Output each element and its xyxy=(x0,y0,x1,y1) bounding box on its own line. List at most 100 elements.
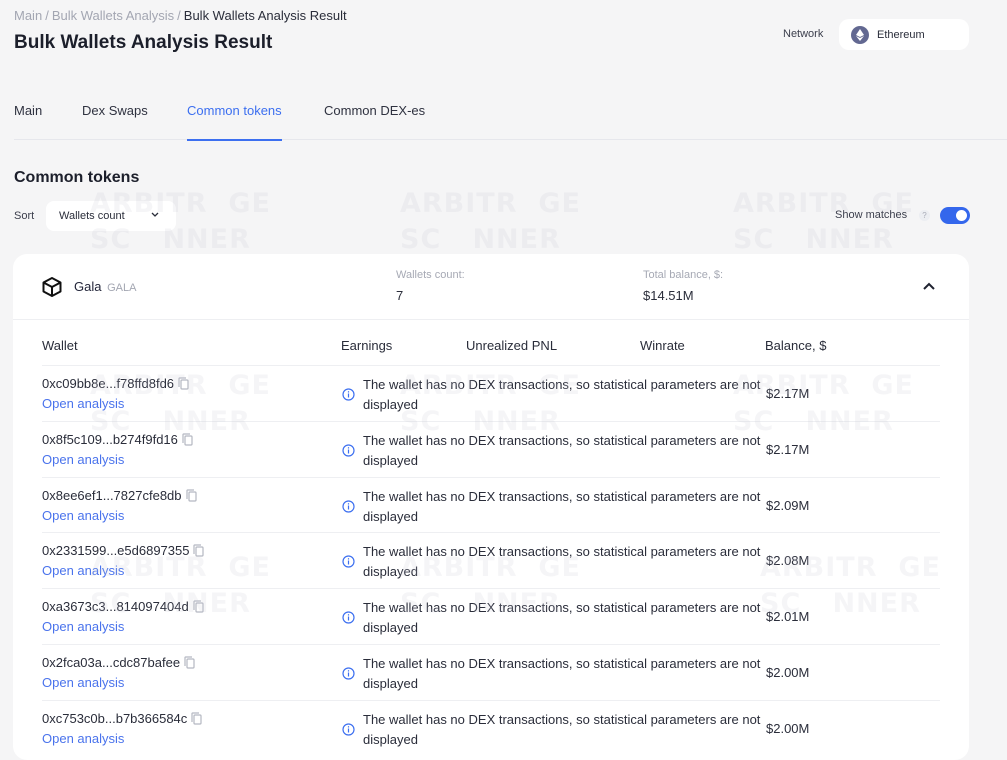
tab-common-tokens[interactable]: Common tokens xyxy=(187,103,282,141)
table-row: 0x2331599...e5d6897355 Open analysis The w… xyxy=(42,533,940,590)
open-analysis-link[interactable]: Open analysis xyxy=(42,452,124,467)
wallet-balance: $2.17M xyxy=(766,386,810,401)
wallet-address: 0x2331599...e5d6897355 xyxy=(42,543,205,560)
sort-label: Sort xyxy=(14,210,35,222)
copy-icon[interactable] xyxy=(182,433,193,449)
table-row: 0x8ee6ef1...7827cfe8db Open analysis The w… xyxy=(42,478,940,534)
wallet-address-text: 0x2331599...e5d6897355 xyxy=(42,543,190,559)
open-analysis-link[interactable]: Open analysis xyxy=(42,563,124,578)
token-symbol: GALA xyxy=(107,282,137,294)
info-icon xyxy=(342,444,355,462)
help-icon[interactable]: ? xyxy=(919,210,930,221)
wallet-balance: $2.01M xyxy=(766,609,810,625)
breadcrumb-main[interactable]: Main xyxy=(14,8,42,23)
no-dex-notice: The wallet has no DEX transactions, so s… xyxy=(363,377,761,412)
wallet-address: 0xc09bb8e...f78ffd8fd6 xyxy=(42,376,189,393)
wallets-count-value: 7 xyxy=(396,288,404,303)
column-wallet: Wallet xyxy=(42,338,78,353)
no-dex-notice: The wallet has no DEX transactions, so s… xyxy=(363,432,761,468)
copy-icon[interactable] xyxy=(184,656,195,672)
wallets-count-label: Wallets count: xyxy=(396,269,465,281)
copy-icon[interactable] xyxy=(193,600,204,616)
info-icon xyxy=(342,555,355,573)
table-row: 0xc753c0b...b7b366584c Open analysis The w… xyxy=(42,701,940,757)
wallet-address-text: 0xc753c0b...b7b366584c xyxy=(42,710,188,726)
watermark: ARBITR GE SC NNER xyxy=(400,188,581,255)
column-earnings: Earnings xyxy=(341,338,393,353)
wallet-address-text: 0xa3673c3...814097404d xyxy=(42,599,189,615)
no-dex-notice: The wallet has no DEX transactions, so s… xyxy=(363,544,761,580)
show-matches-toggle[interactable] xyxy=(940,207,970,224)
wallet-balance: $2.17M xyxy=(766,441,810,457)
info-icon xyxy=(342,667,355,685)
wallet-balance: $2.00M xyxy=(766,720,810,736)
table-row: 0x8f5c109...b274f9fd16 Open analysis The w… xyxy=(42,422,940,478)
sort-select[interactable]: Wallets count xyxy=(46,201,176,231)
table-row: 0xa3673c3...814097404d Open analysis The w… xyxy=(42,589,940,645)
column-balance: Balance, $ xyxy=(765,338,827,353)
section-title: Common tokens xyxy=(14,169,140,186)
table-body: 0xc09bb8e...f78ffd8fd6 Open analysis The w… xyxy=(42,366,940,757)
page-title: Bulk Wallets Analysis Result xyxy=(14,32,273,53)
wallet-address: 0x8f5c109...b274f9fd16 xyxy=(42,432,193,449)
wallet-address: 0xa3673c3...814097404d xyxy=(42,599,204,616)
ethereum-icon xyxy=(851,25,869,44)
breadcrumb-separator: / xyxy=(177,8,181,23)
sort-value: Wallets count xyxy=(59,210,125,222)
breadcrumb-bulk-wallets-analysis[interactable]: Bulk Wallets Analysis xyxy=(52,8,174,23)
tab-common-dexes[interactable]: Common DEX-es xyxy=(324,103,425,140)
total-balance-value: $14.51M xyxy=(643,288,694,303)
wallets-table: Wallet Earnings Unrealized PNL Winrate B… xyxy=(42,328,940,757)
wallet-balance: $2.00M xyxy=(766,664,810,680)
wallet-address: 0xc753c0b...b7b366584c xyxy=(42,711,202,728)
show-matches-label: Show matches xyxy=(835,209,908,221)
wallet-address: 0x8ee6ef1...7827cfe8db xyxy=(42,488,197,505)
table-header: Wallet Earnings Unrealized PNL Winrate B… xyxy=(42,328,940,366)
no-dex-notice: The wallet has no DEX transactions, so s… xyxy=(363,600,761,636)
table-row: 0xc09bb8e...f78ffd8fd6 Open analysis The w… xyxy=(42,366,940,422)
gala-token-icon xyxy=(41,276,63,303)
wallet-address-text: 0xc09bb8e...f78ffd8fd6 xyxy=(42,376,175,391)
token-name-text: Gala xyxy=(74,279,102,294)
no-dex-notice: The wallet has no DEX transactions, so s… xyxy=(363,711,761,747)
table-row: 0x2fca03a...cdc87bafee Open analysis The w… xyxy=(42,645,940,701)
chevron-up-icon[interactable] xyxy=(921,279,937,300)
breadcrumb-separator: / xyxy=(45,8,49,23)
copy-icon[interactable] xyxy=(178,377,189,393)
column-winrate: Winrate xyxy=(640,338,685,353)
total-balance-label: Total balance, $: xyxy=(643,269,724,281)
copy-icon[interactable] xyxy=(191,712,202,728)
open-analysis-link[interactable]: Open analysis xyxy=(42,396,124,411)
network-label: Network xyxy=(783,28,824,40)
wallet-address-text: 0x2fca03a...cdc87bafee xyxy=(42,654,181,670)
network-select[interactable]: Ethereum xyxy=(839,19,969,50)
breadcrumb: Main / Bulk Wallets Analysis / Bulk Wallets … xyxy=(14,8,347,23)
watermark: ARBITR GE SC NNER xyxy=(733,188,914,255)
info-icon xyxy=(342,723,355,741)
tab-main[interactable]: Main xyxy=(14,103,42,140)
wallet-address-text: 0x8f5c109...b274f9fd16 xyxy=(42,431,178,447)
tab-dex-swaps[interactable]: Dex Swaps xyxy=(82,103,148,140)
wallet-address: 0x2fca03a...cdc87bafee xyxy=(42,655,195,672)
open-analysis-link[interactable]: Open analysis xyxy=(42,619,124,634)
wallet-address-text: 0x8ee6ef1...7827cfe8db xyxy=(42,487,182,503)
network-value: Ethereum xyxy=(877,28,925,41)
copy-icon[interactable] xyxy=(185,488,197,505)
info-icon xyxy=(342,499,355,518)
info-icon xyxy=(342,388,355,406)
tabs: Main Dex Swaps Common tokens Common DEX-… xyxy=(14,92,1007,141)
chevron-down-icon xyxy=(150,209,160,222)
open-analysis-link[interactable]: Open analysis xyxy=(42,675,124,690)
wallet-balance: $2.08M xyxy=(766,553,810,569)
open-analysis-link[interactable]: Open analysis xyxy=(42,731,124,746)
token-card-header[interactable]: Gala GALA Wallets count: 7 Total balance… xyxy=(13,254,969,320)
breadcrumb-current: Bulk Wallets Analysis Result xyxy=(183,8,347,23)
column-unrealized-pnl: Unrealized PNL xyxy=(466,338,558,353)
open-analysis-link[interactable]: Open analysis xyxy=(42,508,124,523)
toggle-knob xyxy=(956,210,967,221)
no-dex-notice: The wallet has no DEX transactions, so s… xyxy=(363,655,761,691)
copy-icon[interactable] xyxy=(193,544,205,560)
wallet-balance: $2.09M xyxy=(766,497,810,513)
token-card: Gala GALA Wallets count: 7 Total balance… xyxy=(13,254,969,760)
token-name: Gala GALA xyxy=(74,279,136,294)
